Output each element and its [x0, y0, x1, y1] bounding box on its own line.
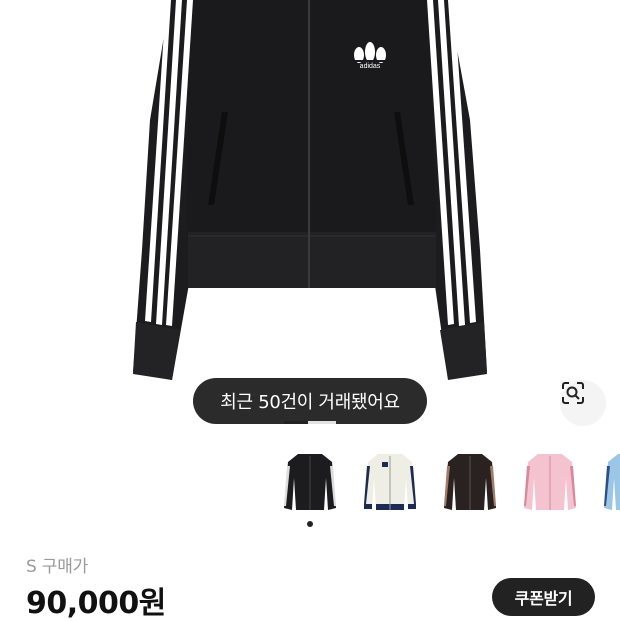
- trades-count-pill: 최근 50건이 거래됐어요: [193, 378, 427, 424]
- selected-thumbnail-dot: [307, 521, 313, 527]
- black-jacket-thumbnail-image: [284, 454, 336, 510]
- thumbnail-cream-jacket[interactable]: [350, 444, 430, 520]
- image-slide-indicator: [284, 421, 336, 424]
- image-search-button[interactable]: [560, 380, 606, 426]
- purchase-price: 90,000원: [26, 586, 166, 621]
- track-jacket-image: adidas: [133, 0, 487, 380]
- slide-indicator-progress: [284, 421, 308, 424]
- cream-jacket-thumbnail-image: [364, 454, 416, 510]
- thumbnail-pink-jacket[interactable]: [510, 444, 590, 520]
- pink-jacket-thumbnail-image: [524, 454, 576, 510]
- trades-count-text: 최근 50건이 거래됐어요: [220, 392, 400, 413]
- thumbnail-brown-jacket[interactable]: [430, 444, 510, 520]
- logo-text: adidas: [360, 63, 381, 70]
- thumbnail-blue-jacket[interactable]: [590, 444, 620, 520]
- image-search-icon: [562, 382, 584, 404]
- product-image[interactable]: adidas 최근 50건이 거래됐어요: [0, 0, 620, 430]
- coupon-button-label: 쿠폰받기: [514, 589, 573, 608]
- brown-jacket-thumbnail-image: [444, 454, 496, 510]
- color-variant-thumbnails: [270, 444, 620, 520]
- size-purchase-label: S 구매가: [26, 557, 89, 577]
- thumbnail-black-jacket[interactable]: [270, 444, 350, 520]
- coupon-button[interactable]: 쿠폰받기: [492, 578, 595, 616]
- blue-jacket-thumbnail-image: [604, 454, 620, 510]
